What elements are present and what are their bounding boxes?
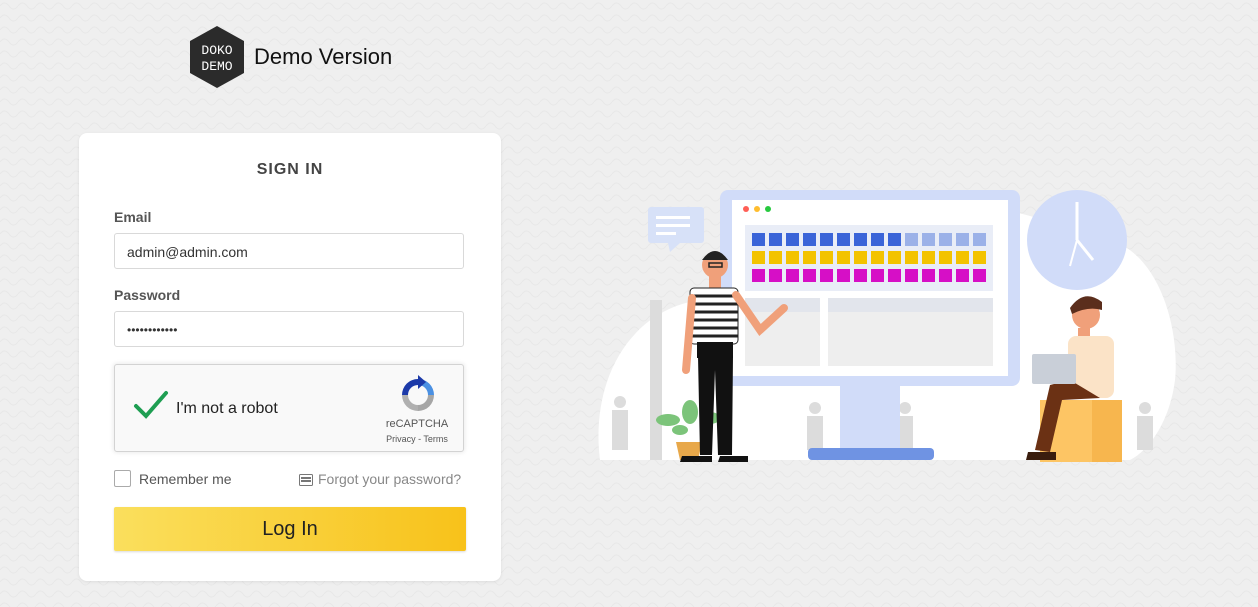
password-field[interactable]: •••••••••••• <box>114 311 464 347</box>
logo-line1: DOKO <box>201 43 232 58</box>
hero-illustration <box>598 190 1176 462</box>
brand-title: Demo Version <box>254 44 393 69</box>
password-label: Password <box>114 287 181 303</box>
logo-line2: DEMO <box>201 59 232 74</box>
forgot-password-link[interactable]: Forgot your password? <box>299 471 461 487</box>
email-label: Email <box>114 209 152 225</box>
remember-checkbox[interactable] <box>114 470 131 487</box>
recaptcha-brand: reCAPTCHA <box>385 418 449 430</box>
signin-card: SIGN IN Email admin@admin.com Password •… <box>79 133 501 581</box>
captcha-label: I'm not a robot <box>176 400 278 417</box>
keyboard-icon <box>299 474 313 486</box>
forgot-label: Forgot your password? <box>318 471 462 487</box>
recaptcha-links[interactable]: Privacy - Terms <box>377 434 457 444</box>
remember-label: Remember me <box>139 471 232 487</box>
email-field[interactable]: admin@admin.com <box>114 233 464 269</box>
signin-heading: SIGN IN <box>256 161 324 178</box>
recaptcha-widget: I'm not a robot reCAPTCHA Privacy - Term… <box>114 364 464 452</box>
doko-demo-logo: DOKO DEMO <box>190 26 244 88</box>
checkmark-icon[interactable] <box>133 389 169 421</box>
login-button[interactable]: Log In <box>114 507 466 551</box>
recaptcha-icon <box>402 375 434 411</box>
